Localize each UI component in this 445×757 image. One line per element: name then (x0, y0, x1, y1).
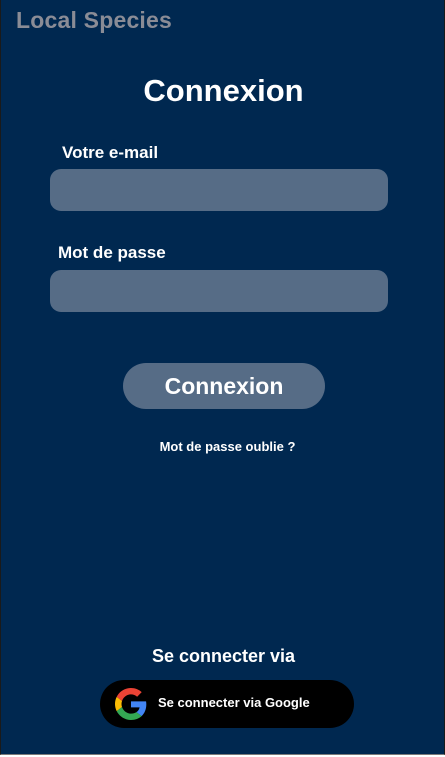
password-field[interactable] (50, 270, 388, 312)
login-button[interactable]: Connexion (123, 363, 325, 409)
page-title: Connexion (143, 73, 304, 108)
google-icon (115, 688, 147, 720)
login-screen: Local Species Connexion Votre e-mail Mot… (0, 0, 445, 755)
email-label: Votre e-mail (62, 143, 159, 162)
google-login-label: Se connecter via Google (158, 695, 310, 710)
forgot-password-link[interactable]: Mot de passe oublie ? (1, 439, 444, 454)
app-title: Local Species (16, 7, 173, 33)
social-login-heading: Se connecter via (151, 646, 296, 666)
password-label: Mot de passe (58, 243, 166, 262)
google-login-button[interactable]: Se connecter via Google (100, 680, 354, 728)
email-field[interactable] (50, 169, 388, 211)
